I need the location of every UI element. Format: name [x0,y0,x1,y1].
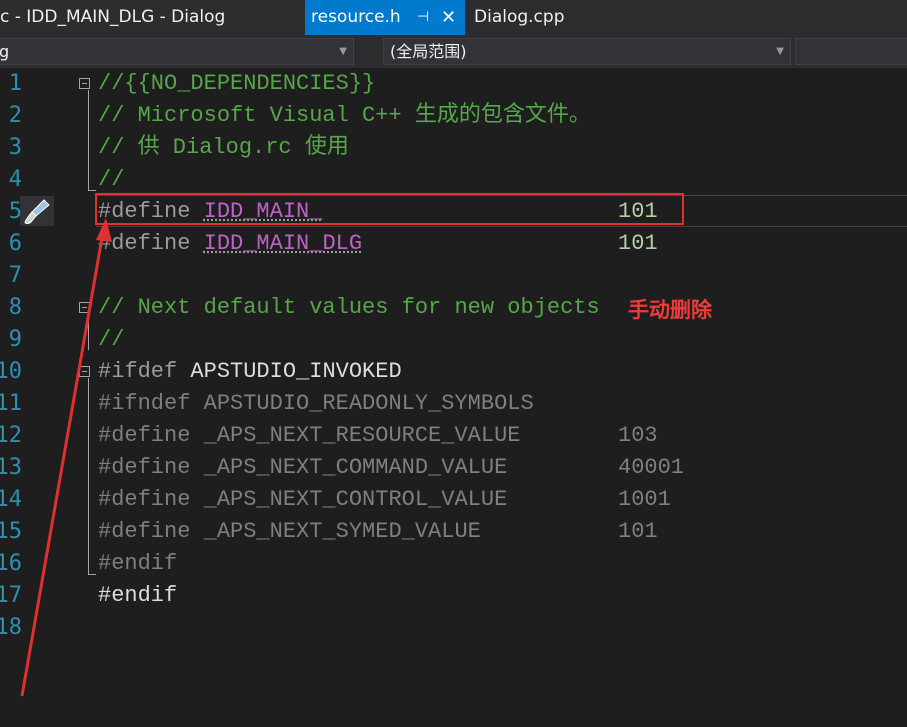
red-arrow-annotation [20,218,112,697]
